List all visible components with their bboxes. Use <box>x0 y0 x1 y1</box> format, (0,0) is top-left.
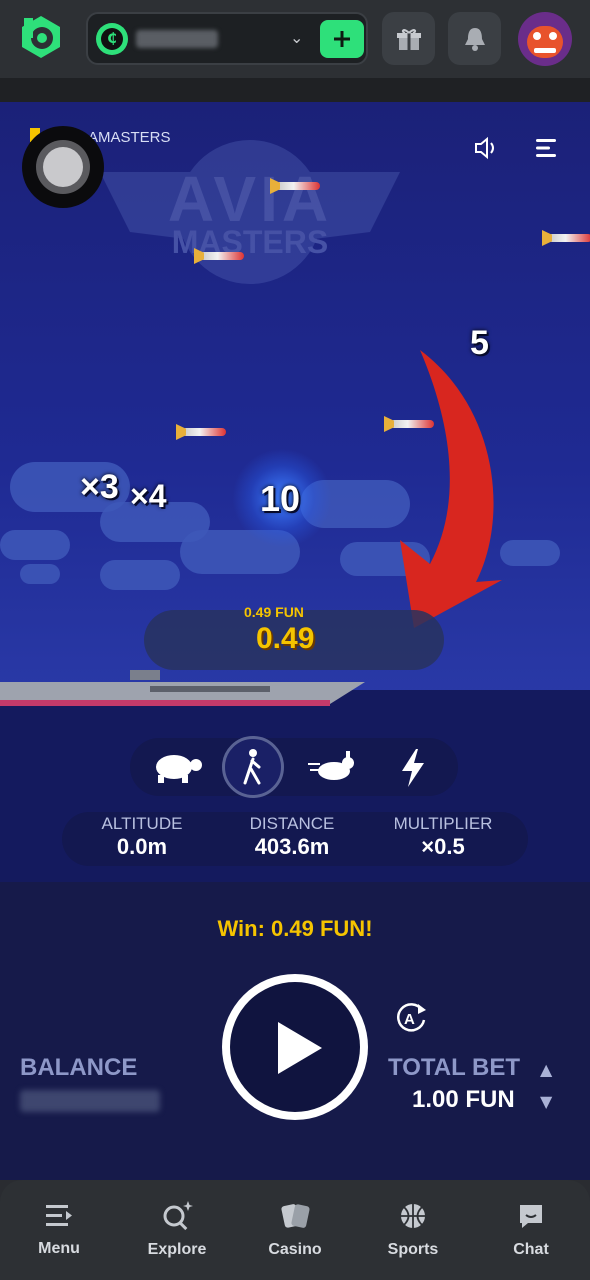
gift-icon <box>396 28 421 50</box>
total-bet-value: 1.00 FUN <box>412 1086 515 1113</box>
game-menu-button[interactable] <box>534 136 560 160</box>
wallet-balance-masked: ••••• •.•• <box>136 30 218 48</box>
win-display: 0.49 FUN 0.49 <box>144 604 444 670</box>
rabbit-icon[interactable] <box>306 749 362 785</box>
notifications-button[interactable] <box>448 12 501 65</box>
altitude-value: 0.0m <box>116 834 168 859</box>
gift-button[interactable] <box>382 12 435 65</box>
nav-chat-label: Chat <box>513 1241 549 1258</box>
bottom-navigation: Menu Explore Casino Sports Chat <box>0 1180 590 1280</box>
multiplier-value: ×0.5 <box>421 834 465 859</box>
game-provider-label: AMASTERS <box>88 129 171 146</box>
floating-touch-button[interactable] <box>22 126 104 208</box>
bcd-coin-icon: ₵ <box>96 23 128 55</box>
hamburger-icon <box>536 139 556 157</box>
balance-value-masked: ••••• •.•• ••• <box>20 1090 160 1112</box>
nav-menu[interactable]: Menu <box>0 1180 118 1280</box>
win-amount: 0.49 <box>256 622 315 655</box>
arrow-annotation <box>390 350 510 630</box>
nav-sports[interactable]: Sports <box>354 1180 472 1280</box>
win-message: Win: 0.49 FUN! <box>217 916 373 941</box>
bet-increase-icon[interactable]: ▲ <box>540 1060 552 1079</box>
nav-explore-label: Explore <box>147 1241 207 1258</box>
wallet-selector[interactable]: ₵ ••••• •.•• ⌄ <box>86 12 368 65</box>
avia-masters-logo: AVIA MASTERS <box>100 132 400 302</box>
play-button[interactable] <box>222 974 368 1120</box>
dragon-avatar[interactable] <box>518 12 572 66</box>
game-canvas[interactable]: AVIA MASTERS AMASTERS 5 ×3 ×4 10 0.49 FU… <box>0 102 590 882</box>
basketball-icon <box>401 1204 425 1228</box>
nav-chat[interactable]: Chat <box>472 1180 590 1280</box>
aircraft-carrier <box>0 670 365 706</box>
deposit-button[interactable] <box>320 20 364 58</box>
cards-icon <box>281 1204 310 1228</box>
bet-decrease-icon[interactable]: ▼ <box>540 1092 552 1111</box>
altitude-label: ALTITUDE <box>101 814 183 833</box>
top-divider <box>0 78 590 102</box>
balance-label: BALANCE <box>20 1054 138 1081</box>
speed-selector <box>130 736 458 798</box>
lightning-icon[interactable] <box>398 749 428 787</box>
multiplier-label: MULTIPLIER <box>393 814 493 833</box>
nav-casino[interactable]: Casino <box>236 1180 354 1280</box>
rocket <box>182 428 226 436</box>
nav-sports-label: Sports <box>387 1241 439 1258</box>
plus-icon <box>334 31 350 47</box>
search-sparkle-icon <box>163 1201 193 1231</box>
logo-subtitle: MASTERS <box>171 224 329 260</box>
turtle-icon[interactable] <box>150 749 206 785</box>
total-bet-label: TOTAL BET <box>388 1054 520 1081</box>
distance-value: 403.6m <box>254 834 330 859</box>
multiplier-bubble: ×3 <box>80 468 119 506</box>
speaker-icon <box>475 136 494 160</box>
bc-game-logo[interactable] <box>18 14 64 60</box>
svg-text:A: A <box>404 1011 415 1028</box>
rocket <box>200 252 244 260</box>
top-bar: ₵ ••••• •.•• ⌄ <box>0 0 590 78</box>
sound-button[interactable] <box>472 134 500 162</box>
autoplay-button[interactable]: A <box>394 1000 428 1034</box>
rocket <box>548 234 590 242</box>
autoplay-icon: A <box>397 1003 426 1032</box>
multiplier-bubble: ×4 <box>130 478 167 514</box>
walking-icon <box>243 749 261 785</box>
cloud <box>100 560 180 590</box>
nav-explore[interactable]: Explore <box>118 1180 236 1280</box>
menu-icon <box>46 1205 72 1226</box>
bet-panel: Win: 0.49 FUN! BALANCE ••••• •.•• ••• A … <box>0 882 590 1180</box>
cloud <box>20 564 60 584</box>
cloud <box>0 530 70 560</box>
play-icon <box>278 1022 322 1074</box>
chat-icon <box>520 1205 542 1228</box>
rocket <box>276 182 320 190</box>
walking-speed-button[interactable] <box>222 736 284 798</box>
flight-stats: ALTITUDE 0.0m DISTANCE 403.6m MULTIPLIER… <box>62 812 528 866</box>
chevron-down-icon[interactable]: ⌄ <box>290 28 303 47</box>
bell-icon <box>464 27 485 51</box>
win-label-small: 0.49 FUN <box>244 604 304 620</box>
nav-casino-label: Casino <box>268 1241 322 1258</box>
multiplier-bubble: 10 <box>260 478 301 519</box>
distance-label: DISTANCE <box>249 814 335 833</box>
nav-menu-label: Menu <box>38 1240 80 1257</box>
